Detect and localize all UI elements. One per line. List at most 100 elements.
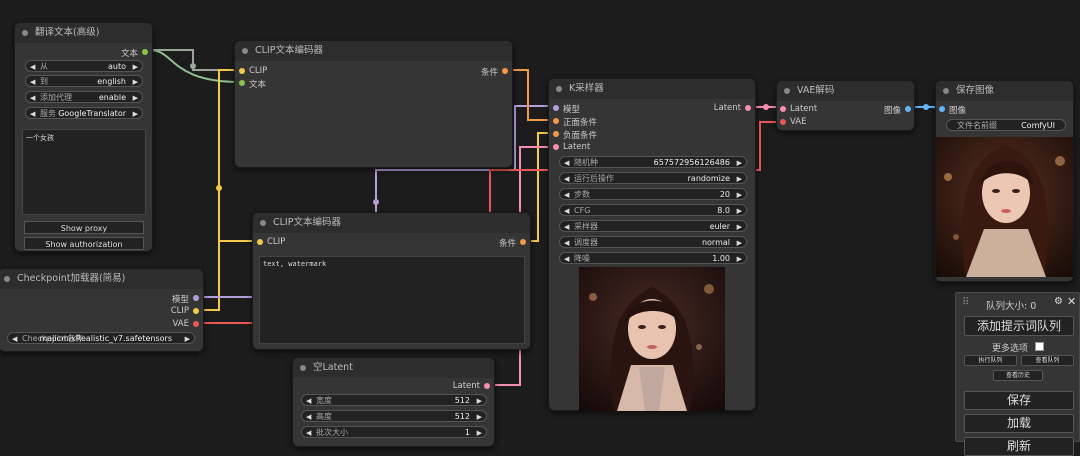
cfg-widget[interactable]: ◀ CFG 8.0 ▶: [559, 204, 747, 216]
arrow-left-icon[interactable]: ◀: [30, 61, 35, 73]
node-ksampler[interactable]: K采样器 模型 正面条件 负面条件 Latent Latent ◀ 随机种 6575…: [548, 78, 756, 411]
input-pin-clip[interactable]: [257, 239, 263, 245]
output-pin-image[interactable]: [905, 106, 911, 112]
arrow-left-icon[interactable]: ◀: [306, 411, 311, 423]
negative-prompt-input[interactable]: text, watermark: [259, 256, 525, 344]
input-pin-model[interactable]: [553, 105, 559, 111]
input-pin-latent[interactable]: [553, 144, 559, 150]
node-vae-decode[interactable]: VAE解码 Latent VAE 图像: [776, 80, 915, 131]
arrow-right-icon[interactable]: ▶: [477, 395, 482, 407]
collapse-dot-icon[interactable]: [784, 88, 790, 94]
add-queue-button[interactable]: 添加提示词队列: [964, 316, 1074, 336]
gear-icon[interactable]: ⚙: [1054, 296, 1063, 307]
input-pin-negative[interactable]: [553, 131, 559, 137]
output-pin-vae[interactable]: [193, 321, 199, 327]
output-pin-model[interactable]: [193, 295, 199, 301]
arrow-right-icon[interactable]: ▶: [185, 333, 190, 345]
collapse-dot-icon[interactable]: [943, 88, 949, 94]
collapse-dot-icon[interactable]: [260, 220, 266, 226]
batch-size-widget[interactable]: ◀ 批次大小 1 ▶: [301, 426, 487, 438]
checkpoint-name-select[interactable]: ◀ Checkpoint名称 majicmixRealistic_v7.safete…: [7, 332, 195, 344]
arrow-left-icon[interactable]: ◀: [306, 427, 311, 439]
output-pin-text[interactable]: [142, 49, 148, 55]
arrow-left-icon[interactable]: ◀: [30, 92, 35, 104]
output-pin-clip[interactable]: [193, 308, 199, 314]
arrow-right-icon[interactable]: ▶: [737, 173, 742, 185]
arrow-right-icon[interactable]: ▶: [737, 253, 742, 265]
view-queue-button[interactable]: 查看队列: [1021, 355, 1074, 366]
arrow-right-icon[interactable]: ▶: [737, 221, 742, 233]
sampler-widget[interactable]: ◀ 采样器 euler ▶: [559, 220, 747, 232]
close-icon[interactable]: ✕: [1067, 295, 1076, 308]
execute-queue-button[interactable]: 执行队列: [964, 355, 1017, 366]
saved-image-preview: [936, 137, 1073, 277]
arrow-right-icon[interactable]: ▶: [133, 92, 138, 104]
arrow-right-icon[interactable]: ▶: [133, 76, 138, 88]
arrow-left-icon[interactable]: ◀: [30, 108, 35, 120]
node-translate[interactable]: 翻译文本(高级) 文本 ◀ 从 auto ▶ ◀ 到 english ▶ ◀ 添加代理 enab…: [14, 22, 153, 252]
show-authorization-button[interactable]: Show authorization: [24, 237, 144, 250]
node-empty-latent[interactable]: 空Latent Latent ◀ 宽度 512 ▶ ◀ 高度 512 ▶ ◀ 批次大小 1 ▶: [292, 357, 495, 447]
widget-proxy[interactable]: ◀ 添加代理 enable ▶: [25, 91, 143, 103]
input-pin-image[interactable]: [939, 106, 945, 112]
input-pin-latent[interactable]: [780, 106, 786, 112]
load-button[interactable]: 加载: [964, 414, 1074, 433]
more-options-checkbox[interactable]: [1035, 342, 1044, 351]
arrow-left-icon[interactable]: ◀: [564, 173, 569, 185]
width-widget[interactable]: ◀ 宽度 512 ▶: [301, 394, 487, 406]
arrow-left-icon[interactable]: ◀: [564, 253, 569, 265]
widget-service[interactable]: ◀ 服务 GoogleTranslator ▶: [25, 107, 143, 119]
collapse-dot-icon[interactable]: [300, 365, 306, 371]
collapse-dot-icon[interactable]: [242, 48, 248, 54]
refresh-button[interactable]: 刷新: [964, 437, 1074, 456]
input-pin-vae[interactable]: [780, 119, 786, 125]
arrow-right-icon[interactable]: ▶: [737, 157, 742, 169]
input-pin-text[interactable]: [239, 80, 245, 86]
arrow-left-icon[interactable]: ◀: [564, 205, 569, 217]
output-pin-latent[interactable]: [484, 383, 490, 389]
arrow-left-icon[interactable]: ◀: [564, 221, 569, 233]
collapse-dot-icon[interactable]: [22, 30, 28, 36]
arrow-left-icon[interactable]: ◀: [12, 333, 17, 345]
node-clip-encoder-negative[interactable]: CLIP文本编码器 CLIP 条件 text, watermark: [252, 212, 531, 350]
arrow-right-icon[interactable]: ▶: [477, 427, 482, 439]
save-button[interactable]: 保存: [964, 391, 1074, 410]
filename-prefix-widget[interactable]: 文件名前缀 ComfyUI: [946, 119, 1066, 131]
steps-widget[interactable]: ◀ 步数 20 ▶: [559, 188, 747, 200]
output-pin-cond[interactable]: [502, 68, 508, 74]
arrow-left-icon[interactable]: ◀: [564, 237, 569, 249]
input-pin-clip[interactable]: [239, 68, 245, 74]
show-proxy-button[interactable]: Show proxy: [24, 221, 144, 234]
input-pin-positive[interactable]: [553, 118, 559, 124]
output-pin-cond[interactable]: [520, 239, 526, 245]
arrow-right-icon[interactable]: ▶: [737, 189, 742, 201]
height-widget[interactable]: ◀ 高度 512 ▶: [301, 410, 487, 422]
input-label-latent: Latent: [563, 142, 591, 152]
arrow-left-icon[interactable]: ◀: [30, 76, 35, 88]
arrow-left-icon[interactable]: ◀: [564, 157, 569, 169]
arrow-right-icon[interactable]: ▶: [477, 411, 482, 423]
more-options-label: 更多选项: [992, 344, 1029, 354]
collapse-dot-icon[interactable]: [556, 86, 562, 92]
scheduler-widget[interactable]: ◀ 调度器 normal ▶: [559, 236, 747, 248]
arrow-left-icon[interactable]: ◀: [306, 395, 311, 407]
node-clip-encoder-positive[interactable]: CLIP文本编码器 CLIP 文本 条件: [234, 40, 513, 168]
arrow-right-icon[interactable]: ▶: [133, 61, 138, 73]
arrow-right-icon[interactable]: ▶: [737, 237, 742, 249]
output-label-text: 文本: [120, 49, 138, 59]
text-input[interactable]: 一个女孩: [22, 129, 146, 215]
widget-to[interactable]: ◀ 到 english ▶: [25, 75, 143, 87]
widget-from[interactable]: ◀ 从 auto ▶: [25, 60, 143, 72]
drag-handle-icon[interactable]: ⠿: [962, 297, 969, 308]
node-save-image[interactable]: 保存图像 图像 文件名前缀 ComfyUI: [935, 80, 1074, 282]
denoise-widget[interactable]: ◀ 降噪 1.00 ▶: [559, 252, 747, 264]
node-checkpoint-loader[interactable]: Checkpoint加载器(简易) 模型 CLIP VAE ◀ Checkpoin…: [0, 268, 204, 352]
view-history-button[interactable]: 查看历史: [993, 370, 1043, 381]
arrow-left-icon[interactable]: ◀: [564, 189, 569, 201]
control-after-generate-widget[interactable]: ◀ 运行后操作 randomize ▶: [559, 172, 747, 184]
output-pin-latent[interactable]: [745, 105, 751, 111]
seed-widget[interactable]: ◀ 随机种 657572956126486 ▶: [559, 156, 747, 168]
arrow-right-icon[interactable]: ▶: [133, 108, 138, 120]
collapse-dot-icon[interactable]: [4, 276, 10, 282]
arrow-right-icon[interactable]: ▶: [737, 205, 742, 217]
